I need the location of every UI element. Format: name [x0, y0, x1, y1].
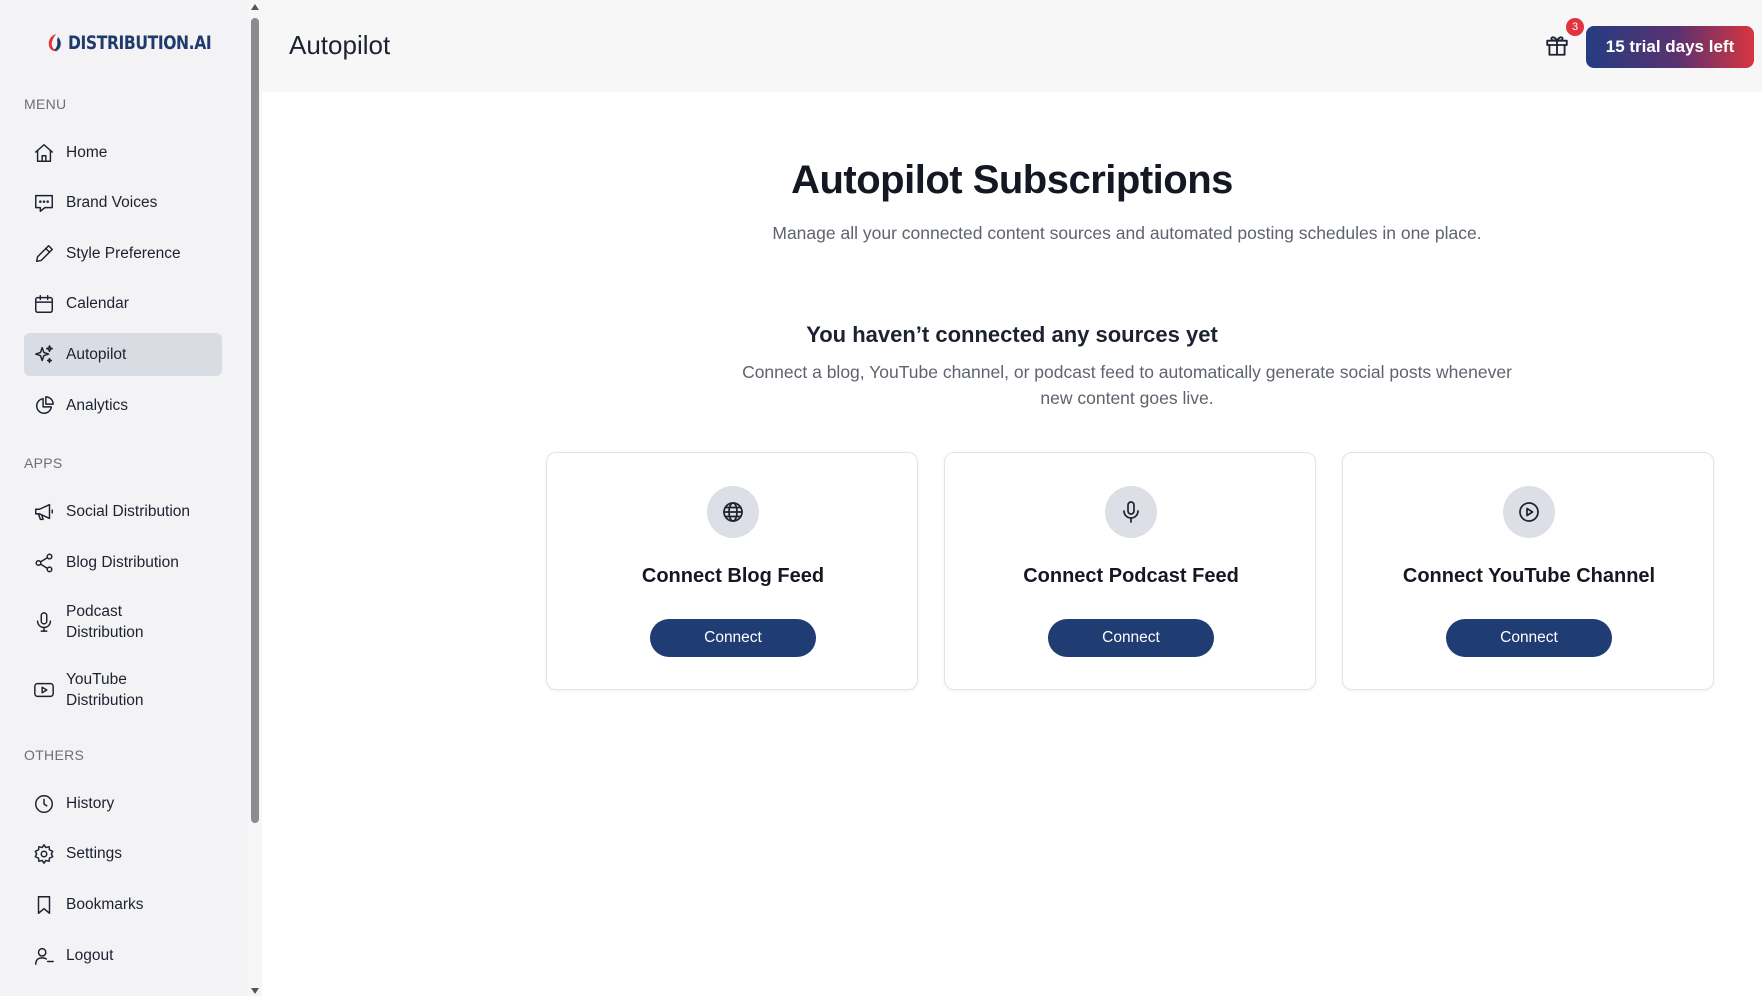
gift-icon: [1546, 36, 1568, 56]
pie-chart-icon: [32, 394, 56, 418]
top-header: Autopilot 3 15 trial days left: [262, 0, 1762, 92]
gear-icon: [32, 842, 56, 866]
connect-youtube-button[interactable]: Connect: [1446, 619, 1612, 657]
clock-icon: [32, 792, 56, 816]
sidebar-item-social-distribution[interactable]: Social Distribution: [24, 490, 222, 533]
gift-button[interactable]: [1544, 32, 1574, 62]
logout-icon: [32, 944, 56, 968]
megaphone-icon: [32, 500, 56, 524]
play-circle-icon: [1503, 486, 1555, 538]
connect-podcast-card: Connect Podcast Feed Connect: [944, 452, 1316, 690]
message-icon: [32, 191, 56, 215]
calendar-icon: [32, 292, 56, 316]
notification-badge: 3: [1566, 18, 1584, 36]
bookmark-icon: [32, 893, 56, 917]
sidebar-item-podcast-distribution[interactable]: Podcast Distribution: [24, 596, 222, 648]
sidebar-item-label: Style Preference: [66, 245, 181, 262]
brand-logo[interactable]: DISTRIBUTION.AI: [46, 32, 243, 54]
connect-blog-button[interactable]: Connect: [650, 619, 816, 657]
sidebar-item-brand-voices[interactable]: Brand Voices: [24, 181, 222, 224]
sidebar-item-label: Calendar: [66, 295, 129, 312]
card-title: Connect Blog Feed: [641, 565, 825, 587]
autopilot-subscriptions-subtitle: Manage all your connected content source…: [772, 223, 1482, 243]
sidebar-item-settings[interactable]: Settings: [24, 832, 222, 875]
section-label-menu: MENU: [24, 96, 67, 112]
section-label-others: OTHERS: [24, 747, 85, 763]
sidebar-item-blog-distribution[interactable]: Blog Distribution: [24, 541, 222, 584]
card-title: Connect Podcast Feed: [1023, 565, 1239, 587]
pencil-icon: [32, 242, 56, 266]
sidebar-item-label: Settings: [66, 845, 123, 862]
sidebar-item-home[interactable]: Home: [24, 131, 222, 174]
sidebar-item-label: History: [66, 795, 115, 812]
main-content: Autopilot Subscriptions Manage all your …: [262, 92, 1762, 996]
sidebar-item-bookmarks[interactable]: Bookmarks: [24, 883, 222, 926]
sidebar-item-label: Blog Distribution: [66, 554, 179, 571]
sidebar-item-label: Home: [66, 144, 108, 161]
connect-podcast-button[interactable]: Connect: [1048, 619, 1214, 657]
sidebar: DISTRIBUTION.AI MENU Home Brand Voices S…: [0, 0, 248, 996]
sidebar-item-analytics[interactable]: Analytics: [24, 384, 222, 427]
trial-days-button[interactable]: 15 trial days left: [1586, 26, 1754, 68]
connect-youtube-card: Connect YouTube Channel Connect: [1342, 452, 1714, 690]
sidebar-item-history[interactable]: History: [24, 782, 222, 825]
empty-state-subtitle: Connect a blog, YouTube channel, or podc…: [742, 362, 1512, 408]
card-title: Connect YouTube Channel: [1402, 565, 1656, 587]
scroll-down-arrow[interactable]: [251, 988, 259, 994]
sidebar-item-autopilot[interactable]: Autopilot: [24, 333, 222, 376]
logo-icon: [48, 34, 61, 52]
sidebar-item-label: Brand Voices: [66, 194, 158, 211]
share-icon: [32, 551, 56, 575]
sidebar-scrollbar[interactable]: [248, 0, 262, 996]
sidebar-item-label: Logout: [66, 947, 114, 964]
sidebar-item-label: Autopilot: [66, 346, 127, 363]
scroll-thumb[interactable]: [251, 18, 259, 823]
sidebar-item-logout[interactable]: Logout: [24, 934, 222, 977]
empty-state-title: You haven’t connected any sources yet: [806, 322, 1218, 347]
section-label-apps: APPS: [24, 455, 63, 471]
microphone-icon: [1105, 486, 1157, 538]
sidebar-item-label: YouTube Distribution: [66, 671, 144, 709]
home-icon: [32, 141, 56, 165]
youtube-icon: [32, 678, 56, 702]
sidebar-item-calendar[interactable]: Calendar: [24, 282, 222, 325]
sparkles-icon: [32, 343, 56, 367]
sidebar-item-label: Podcast Distribution: [66, 603, 144, 641]
globe-icon: [707, 486, 759, 538]
brand-name: DISTRIBUTION.AI: [68, 32, 212, 54]
scroll-up-arrow[interactable]: [251, 4, 259, 10]
sidebar-item-label: Social Distribution: [66, 503, 191, 520]
sidebar-item-label: Bookmarks: [66, 896, 144, 913]
connect-blog-card: Connect Blog Feed Connect: [546, 452, 918, 690]
sidebar-item-youtube-distribution[interactable]: YouTube Distribution: [24, 664, 222, 716]
page-title: Autopilot: [289, 30, 391, 60]
sidebar-item-style-preference[interactable]: Style Preference: [24, 232, 222, 275]
microphone-icon: [32, 610, 56, 634]
sidebar-item-label: Analytics: [66, 397, 129, 414]
autopilot-subscriptions-title: Autopilot Subscriptions: [791, 158, 1233, 202]
